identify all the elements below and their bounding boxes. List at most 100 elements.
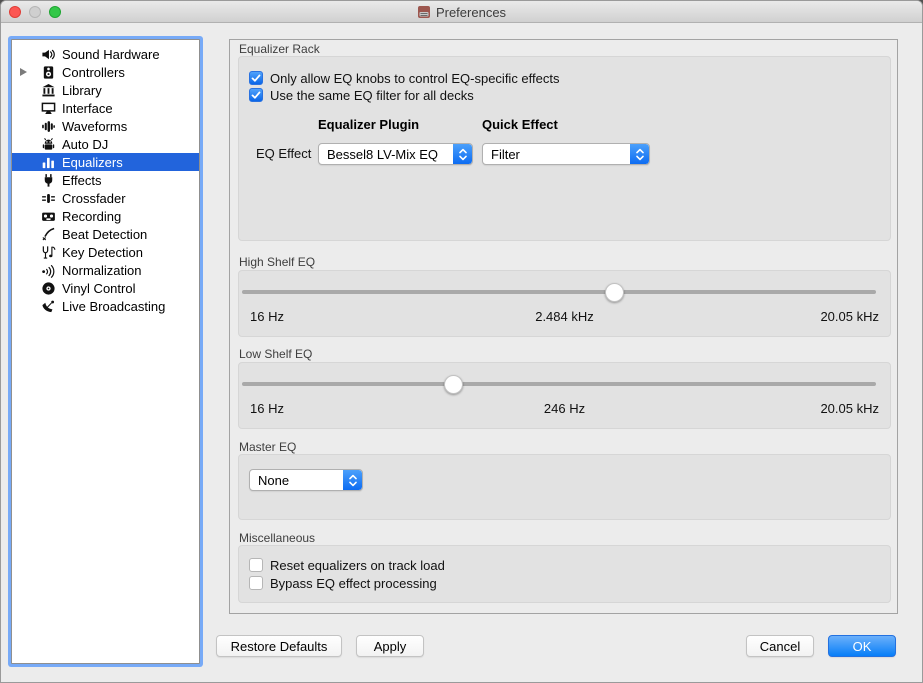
- checkbox-label: Use the same EQ filter for all decks: [270, 88, 474, 103]
- monitor-icon: [40, 100, 56, 116]
- tuning-fork-icon: [40, 244, 56, 260]
- high-shelf-scale: 2.484 kHz 16 Hz 20.05 kHz: [250, 309, 879, 324]
- sidebar-item-auto-dj[interactable]: Auto DJ: [12, 135, 199, 153]
- sidebar-item-library[interactable]: Library: [12, 81, 199, 99]
- sound-waves-icon: [40, 262, 56, 278]
- sidebar-item-controllers[interactable]: Controllers: [12, 63, 199, 81]
- group-title-master-eq: Master EQ: [239, 440, 296, 454]
- checkbox-row-eq-knobs[interactable]: Only allow EQ knobs to control EQ-specif…: [249, 70, 560, 86]
- checkbox-row-bypass-eq[interactable]: Bypass EQ effect processing: [249, 575, 437, 591]
- waveform-icon: [40, 118, 56, 134]
- slider-track[interactable]: [242, 382, 876, 386]
- sidebar-item-waveforms[interactable]: Waveforms: [12, 117, 199, 135]
- high-shelf-slider[interactable]: [242, 282, 876, 302]
- library-icon: [40, 82, 56, 98]
- quick-effect-select[interactable]: Filter: [482, 143, 650, 165]
- sidebar-item-live-broadcasting[interactable]: Live Broadcasting: [12, 297, 199, 315]
- sidebar-item-label: Waveforms: [62, 119, 127, 134]
- high-shelf-current-value: 2.484 kHz: [250, 309, 879, 324]
- robot-icon: [40, 136, 56, 152]
- low-shelf-slider[interactable]: [242, 374, 876, 394]
- cassette-icon: [40, 208, 56, 224]
- low-shelf-slider-thumb[interactable]: [444, 375, 463, 394]
- checkbox-label: Only allow EQ knobs to control EQ-specif…: [270, 71, 560, 86]
- group-box-miscellaneous: Reset equalizers on track load Bypass EQ…: [238, 545, 891, 603]
- group-title-low-shelf: Low Shelf EQ: [239, 347, 312, 361]
- low-shelf-current-value: 246 Hz: [250, 401, 879, 416]
- low-shelf-scale: 246 Hz 16 Hz 20.05 kHz: [250, 401, 879, 416]
- sidebar-item-normalization[interactable]: Normalization: [12, 261, 199, 279]
- sidebar-item-label: Effects: [62, 173, 102, 188]
- master-eq-value: None: [250, 473, 343, 488]
- satellite-dish-icon: [40, 298, 56, 314]
- sidebar-item-vinyl-control[interactable]: Vinyl Control: [12, 279, 199, 297]
- slider-track[interactable]: [242, 290, 876, 294]
- window-title: Preferences: [436, 5, 506, 20]
- equalizer-plugin-value: Bessel8 LV-Mix EQ: [319, 147, 453, 162]
- sidebar-item-beat-detection[interactable]: Beat Detection: [12, 225, 199, 243]
- sidebar-item-crossfader[interactable]: Crossfader: [12, 189, 199, 207]
- combo-stepper-icon[interactable]: [630, 144, 649, 164]
- checkbox-reset-eq[interactable]: [249, 558, 263, 572]
- restore-defaults-button[interactable]: Restore Defaults: [216, 635, 342, 657]
- vinyl-icon: [40, 280, 56, 296]
- app-icon: [417, 5, 431, 19]
- checkbox-row-same-filter[interactable]: Use the same EQ filter for all decks: [249, 87, 474, 103]
- preferences-pane-equalizers: Equalizer Rack Only allow EQ knobs to co…: [229, 39, 898, 614]
- checkbox-row-reset-eq[interactable]: Reset equalizers on track load: [249, 557, 445, 573]
- sidebar-item-label: Controllers: [62, 65, 125, 80]
- sidebar-item-label: Equalizers: [62, 155, 123, 170]
- sidebar: Sound Hardware Controllers Library Inter…: [11, 39, 200, 664]
- disclosure-triangle-icon[interactable]: [20, 68, 27, 76]
- checkbox-same-filter[interactable]: [249, 88, 263, 102]
- whip-icon: [40, 226, 56, 242]
- sidebar-item-label: Auto DJ: [62, 137, 108, 152]
- crossfader-icon: [40, 190, 56, 206]
- titlebar[interactable]: Preferences: [1, 1, 922, 23]
- group-box-master-eq: None: [238, 454, 891, 520]
- cancel-button[interactable]: Cancel: [746, 635, 814, 657]
- sidebar-item-interface[interactable]: Interface: [12, 99, 199, 117]
- speaker-icon: [40, 46, 56, 62]
- sidebar-item-equalizers[interactable]: Equalizers: [12, 153, 199, 171]
- checkbox-bypass-eq[interactable]: [249, 576, 263, 590]
- plug-icon: [40, 172, 56, 188]
- sidebar-item-label: Recording: [62, 209, 121, 224]
- preferences-window: Preferences Sound Hardware Controllers L…: [0, 0, 923, 683]
- equalizer-plugin-select[interactable]: Bessel8 LV-Mix EQ: [318, 143, 473, 165]
- checkbox-label: Reset equalizers on track load: [270, 558, 445, 573]
- combo-stepper-icon[interactable]: [453, 144, 472, 164]
- checkbox-eq-knobs[interactable]: [249, 71, 263, 85]
- quick-effect-value: Filter: [483, 147, 630, 162]
- group-title-high-shelf: High Shelf EQ: [239, 255, 315, 269]
- sidebar-item-key-detection[interactable]: Key Detection: [12, 243, 199, 261]
- combo-stepper-icon[interactable]: [343, 470, 362, 490]
- sidebar-item-recording[interactable]: Recording: [12, 207, 199, 225]
- sidebar-item-label: Sound Hardware: [62, 47, 160, 62]
- sidebar-item-label: Library: [62, 83, 102, 98]
- sidebar-item-sound-hardware[interactable]: Sound Hardware: [12, 45, 199, 63]
- equalizer-plugin-header: Equalizer Plugin: [318, 117, 419, 132]
- sidebar-item-label: Interface: [62, 101, 113, 116]
- group-title-equalizer-rack: Equalizer Rack: [239, 42, 320, 56]
- sidebar-item-label: Beat Detection: [62, 227, 147, 242]
- quick-effect-header: Quick Effect: [482, 117, 558, 132]
- sidebar-item-effects[interactable]: Effects: [12, 171, 199, 189]
- group-box-low-shelf: 246 Hz 16 Hz 20.05 kHz: [238, 362, 891, 429]
- sidebar-item-label: Key Detection: [62, 245, 143, 260]
- checkbox-label: Bypass EQ effect processing: [270, 576, 437, 591]
- high-shelf-slider-thumb[interactable]: [605, 283, 624, 302]
- sidebar-item-label: Crossfader: [62, 191, 126, 206]
- equalizer-icon: [40, 154, 56, 170]
- sidebar-item-label: Normalization: [62, 263, 141, 278]
- eq-effect-row-label: EQ Effect: [256, 143, 311, 165]
- group-box-equalizer-rack: Only allow EQ knobs to control EQ-specif…: [238, 56, 891, 241]
- ok-button[interactable]: OK: [828, 635, 896, 657]
- sidebar-item-label: Vinyl Control: [62, 281, 135, 296]
- master-eq-select[interactable]: None: [249, 469, 363, 491]
- sidebar-item-label: Live Broadcasting: [62, 299, 165, 314]
- group-title-miscellaneous: Miscellaneous: [239, 531, 315, 545]
- apply-button[interactable]: Apply: [356, 635, 424, 657]
- group-box-high-shelf: 2.484 kHz 16 Hz 20.05 kHz: [238, 270, 891, 337]
- controller-icon: [40, 64, 56, 80]
